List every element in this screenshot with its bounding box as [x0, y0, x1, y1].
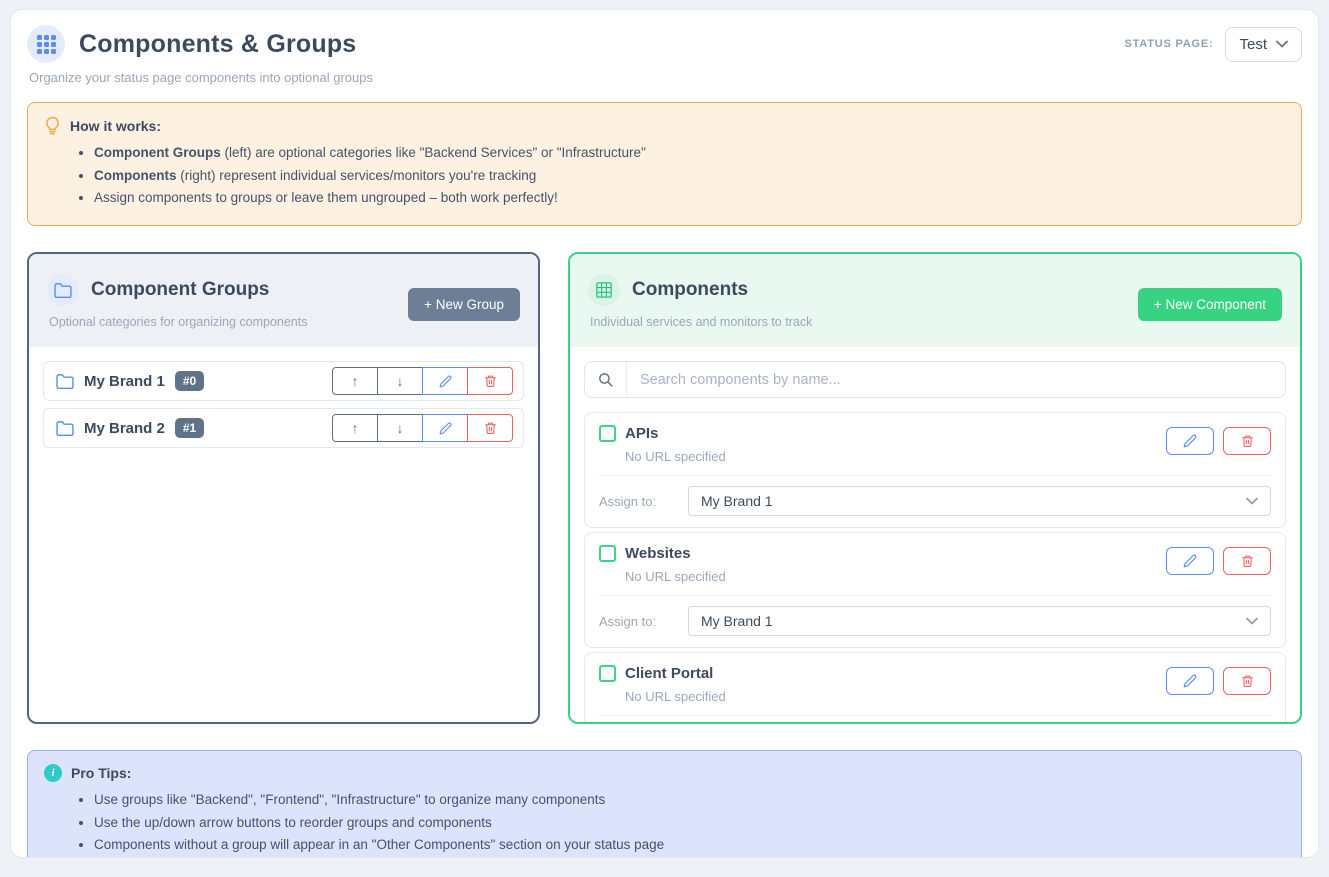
grid-icon-badge	[588, 274, 620, 306]
chevron-down-icon	[1246, 497, 1258, 505]
edit-group-button[interactable]	[422, 367, 468, 395]
components-groups-icon	[27, 25, 65, 63]
groups-panel-subtitle: Optional categories for organizing compo…	[49, 315, 307, 329]
pencil-icon	[439, 375, 452, 388]
component-name: APIs	[625, 425, 658, 442]
edit-component-button[interactable]	[1166, 427, 1214, 455]
group-order-badge: #0	[175, 371, 204, 391]
component-card: Websites No URL specified	[584, 532, 1286, 648]
up-arrow-icon: ↑	[352, 373, 359, 389]
component-groups-panel: Component Groups Optional categories for…	[27, 252, 540, 724]
chevron-down-icon	[1246, 617, 1258, 625]
delete-component-button[interactable]	[1223, 547, 1271, 575]
search-input[interactable]	[627, 362, 1285, 397]
component-checkbox[interactable]	[599, 425, 616, 442]
component-search	[584, 361, 1286, 398]
pro-tips-box: i Pro Tips: Use groups like "Backend", "…	[27, 750, 1302, 858]
page-subtitle: Organize your status page components int…	[29, 70, 1302, 85]
move-group-up-button[interactable]: ↑	[332, 414, 378, 442]
components-panel: Components Individual services and monit…	[568, 252, 1302, 724]
how-it-works-box: How it works: Component Groups (left) ar…	[27, 102, 1302, 226]
trash-icon	[484, 374, 497, 388]
main-card: Components & Groups STATUS PAGE: Test Or…	[10, 9, 1319, 858]
group-order-badge: #1	[175, 418, 204, 438]
how-it-works-item: Assign components to groups or leave the…	[94, 187, 1285, 210]
up-arrow-icon: ↑	[352, 420, 359, 436]
assign-to-label: Assign to:	[599, 494, 674, 509]
group-name: My Brand 2	[84, 420, 165, 437]
assigned-group-value: My Brand 1	[701, 493, 773, 509]
new-group-button[interactable]: + New Group	[408, 288, 520, 321]
pencil-icon	[1183, 674, 1197, 688]
components-panel-subtitle: Individual services and monitors to trac…	[590, 315, 812, 329]
edit-group-button[interactable]	[422, 414, 468, 442]
component-name: Websites	[625, 545, 691, 562]
trash-icon	[1241, 674, 1254, 688]
component-name: Client Portal	[625, 665, 713, 682]
assign-group-select[interactable]: My Brand 1	[688, 486, 1271, 516]
info-icon: i	[44, 764, 62, 782]
trash-icon	[1241, 554, 1254, 568]
components-panel-title: Components	[632, 279, 748, 301]
pro-tips-list: Use groups like "Backend", "Frontend", "…	[44, 789, 1285, 857]
groups-panel-title: Component Groups	[91, 279, 269, 301]
group-row: My Brand 2 #1 ↑ ↓	[43, 408, 524, 448]
pencil-icon	[1183, 434, 1197, 448]
assign-group-select[interactable]: My Brand 1	[688, 606, 1271, 636]
how-it-works-list: Component Groups (left) are optional cat…	[44, 142, 1285, 210]
pro-tips-item: Use the up/down arrow buttons to reorder…	[94, 812, 1285, 835]
grid-icon	[596, 282, 612, 298]
how-it-works-title: How it works:	[70, 118, 161, 134]
group-name: My Brand 1	[84, 373, 165, 390]
assigned-group-value: My Brand 1	[701, 613, 773, 629]
down-arrow-icon: ↓	[397, 373, 404, 389]
folder-icon	[56, 374, 74, 389]
delete-component-button[interactable]	[1223, 667, 1271, 695]
new-component-button[interactable]: + New Component	[1138, 288, 1282, 321]
how-it-works-item: Components (right) represent individual …	[94, 165, 1285, 188]
pro-tips-item: Components without a group will appear i…	[94, 834, 1285, 857]
folder-icon	[56, 421, 74, 436]
page-header: Components & Groups STATUS PAGE: Test	[27, 25, 1302, 63]
edit-component-button[interactable]	[1166, 547, 1214, 575]
pencil-icon	[1183, 554, 1197, 568]
move-group-down-button[interactable]: ↓	[377, 414, 423, 442]
down-arrow-icon: ↓	[397, 420, 404, 436]
delete-group-button[interactable]	[467, 414, 513, 442]
assign-to-label: Assign to:	[599, 614, 674, 629]
status-page-label: STATUS PAGE:	[1124, 38, 1213, 50]
component-checkbox[interactable]	[599, 545, 616, 562]
status-page-value: Test	[1239, 36, 1267, 53]
delete-group-button[interactable]	[467, 367, 513, 395]
component-checkbox[interactable]	[599, 665, 616, 682]
delete-component-button[interactable]	[1223, 427, 1271, 455]
component-url-note: No URL specified	[625, 689, 1166, 704]
lightbulb-icon	[44, 116, 61, 135]
component-card: APIs No URL specified	[584, 412, 1286, 528]
search-icon	[597, 371, 614, 388]
edit-component-button[interactable]	[1166, 667, 1214, 695]
how-it-works-item: Component Groups (left) are optional cat…	[94, 142, 1285, 165]
folder-icon	[54, 283, 72, 298]
component-url-note: No URL specified	[625, 569, 1166, 584]
group-row: My Brand 1 #0 ↑ ↓	[43, 361, 524, 401]
folder-icon-badge	[47, 274, 79, 306]
move-group-up-button[interactable]: ↑	[332, 367, 378, 395]
trash-icon	[484, 421, 497, 435]
trash-icon	[1241, 434, 1254, 448]
pro-tips-item: Use groups like "Backend", "Frontend", "…	[94, 789, 1285, 812]
component-url-note: No URL specified	[625, 449, 1166, 464]
status-page-select[interactable]: Test	[1225, 27, 1302, 62]
page-title: Components & Groups	[79, 30, 356, 59]
pro-tips-title: Pro Tips:	[71, 765, 131, 781]
pencil-icon	[439, 422, 452, 435]
chevron-down-icon	[1276, 40, 1288, 48]
component-card: Client Portal No URL specified	[584, 652, 1286, 724]
move-group-down-button[interactable]: ↓	[377, 367, 423, 395]
